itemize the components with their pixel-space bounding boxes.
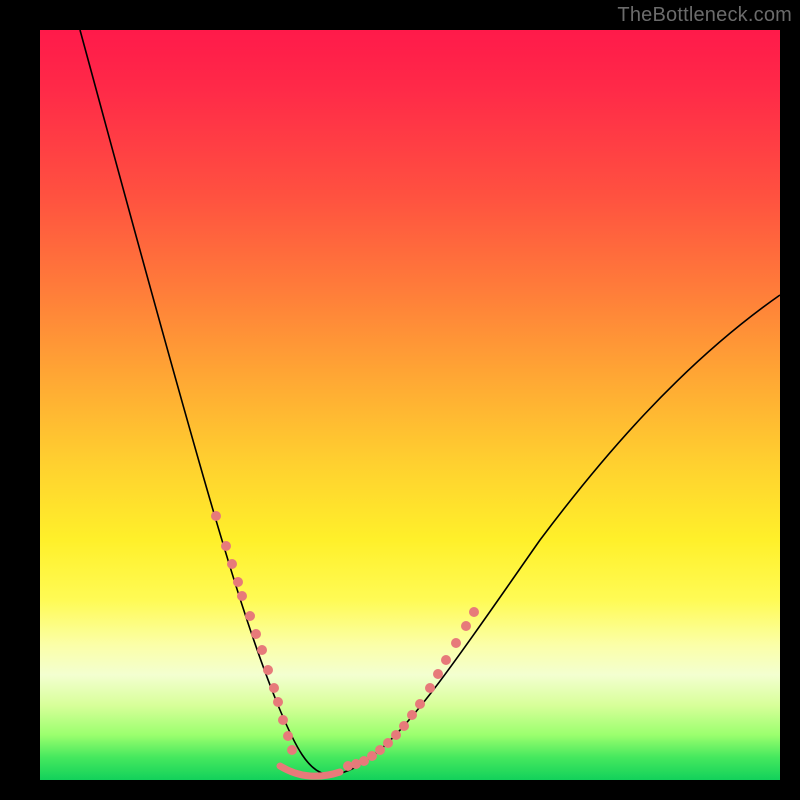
dot — [269, 683, 279, 693]
dot — [283, 731, 293, 741]
bottleneck-curve — [80, 30, 780, 774]
plot-area — [40, 30, 780, 780]
dot — [415, 699, 425, 709]
flat-zone — [280, 766, 340, 776]
dot — [221, 541, 231, 551]
dot — [263, 665, 273, 675]
dot — [433, 669, 443, 679]
dot — [441, 655, 451, 665]
dot — [469, 607, 479, 617]
dot — [251, 629, 261, 639]
chart-frame: TheBottleneck.com — [0, 0, 800, 800]
dot — [237, 591, 247, 601]
dot — [461, 621, 471, 631]
dot — [451, 638, 461, 648]
curve-svg — [40, 30, 780, 780]
dot — [367, 751, 377, 761]
dot — [273, 697, 283, 707]
dot — [391, 730, 401, 740]
dot — [375, 745, 385, 755]
dot — [245, 611, 255, 621]
dot — [227, 559, 237, 569]
dot — [383, 738, 393, 748]
dot — [399, 721, 409, 731]
watermark-text: TheBottleneck.com — [617, 4, 792, 27]
dot — [407, 710, 417, 720]
dot — [233, 577, 243, 587]
dot — [257, 645, 267, 655]
dot — [211, 511, 221, 521]
dots-group — [211, 511, 479, 771]
dot — [425, 683, 435, 693]
dot — [287, 745, 297, 755]
dot — [278, 715, 288, 725]
